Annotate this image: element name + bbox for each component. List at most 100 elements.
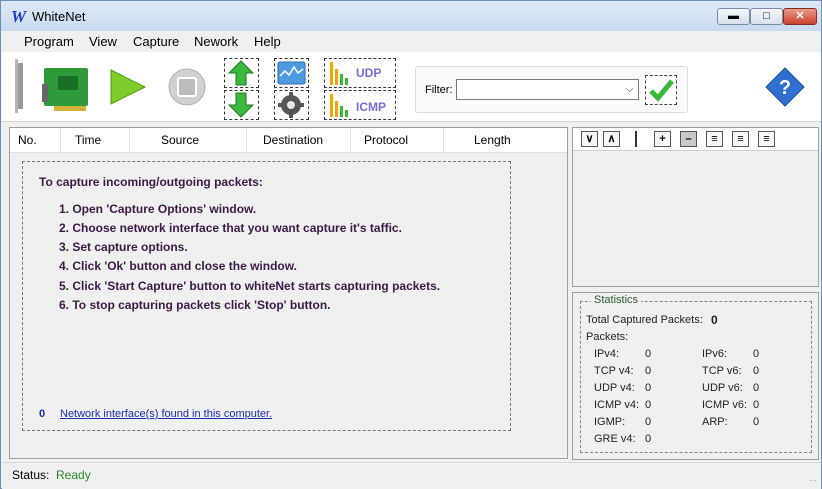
interface-count: 0: [39, 408, 46, 420]
statistics-panel: Statistics Total Captured Packets: 0 Pac…: [572, 292, 819, 460]
instructions-title: To capture incoming/outgoing packets:: [39, 175, 263, 189]
chevrons-up-icon: ∧: [607, 133, 616, 145]
resize-grip-icon[interactable]: ⋯: [809, 476, 817, 485]
stat-tcpv6-value: 0: [753, 365, 760, 377]
expand-all-button[interactable]: ∧: [603, 131, 620, 147]
stat-igmp-label: IGMP:: [594, 416, 626, 428]
column-source[interactable]: Source: [130, 128, 247, 152]
packets-label: Packets:: [586, 331, 629, 343]
stop-capture-button[interactable]: [167, 68, 207, 106]
stat-igmp-value: 0: [645, 416, 652, 428]
apply-filter-button[interactable]: [645, 75, 677, 105]
menu-capture[interactable]: Capture: [133, 34, 179, 49]
minimize-button[interactable]: ▬: [717, 8, 750, 25]
settings-button[interactable]: [274, 90, 309, 120]
status-label: Status:: [12, 468, 50, 482]
instruction-step: 1. Open 'Capture Options' window.: [59, 202, 257, 216]
stat-arp-value: 0: [753, 416, 760, 428]
gear-icon: [278, 92, 304, 118]
icmp-filter-button[interactable]: ICMP: [324, 90, 396, 120]
stat-ipv6-label: IPv6:: [702, 348, 728, 360]
udp-filter-button[interactable]: UDP: [324, 58, 396, 88]
total-captured-label: Total Captured Packets:: [586, 314, 703, 326]
maximize-button[interactable]: □: [750, 8, 783, 25]
statistics-title: Statistics: [591, 294, 642, 306]
stat-tcpv6-label: TCP v6:: [702, 365, 742, 377]
align-left-icon: ≡: [711, 133, 718, 145]
zoom-in-button[interactable]: +: [654, 131, 671, 147]
maximize-icon: □: [763, 10, 770, 22]
menu-program[interactable]: Program: [24, 34, 74, 49]
udp-label: UDP: [356, 66, 382, 80]
stat-ipv4-value: 0: [645, 348, 652, 360]
instructions-box: To capture incoming/outgoing packets: 1.…: [22, 161, 511, 431]
menu-view[interactable]: View: [89, 34, 117, 49]
menu-bar: Program View Capture Nework Help: [2, 31, 821, 52]
stat-grev4-label: GRE v4:: [594, 433, 636, 445]
instruction-step: 5. Click 'Start Capture' button to white…: [59, 279, 441, 293]
packet-grid-header: No. Time Source Destination Protocol Len…: [10, 128, 567, 153]
capture-options-button[interactable]: [14, 56, 92, 116]
chevron-down-icon[interactable]: ⌵: [621, 80, 638, 99]
close-button[interactable]: ✕: [783, 8, 817, 25]
stat-ipv4-label: IPv4:: [594, 348, 620, 360]
stat-icmpv6-label: ICMP v6:: [702, 399, 748, 411]
toolbar-separator: [635, 131, 637, 147]
instruction-step: 3. Set capture options.: [59, 240, 188, 254]
help-icon: ?: [765, 67, 805, 107]
sort-up-button[interactable]: [224, 58, 259, 88]
menu-help[interactable]: Help: [254, 34, 281, 49]
start-capture-button[interactable]: [107, 68, 147, 106]
collapse-all-button[interactable]: ∨: [581, 131, 598, 147]
arrow-down-icon: [227, 92, 255, 118]
sort-down-button[interactable]: [224, 90, 259, 120]
column-time[interactable]: Time: [61, 128, 130, 152]
stat-tcpv4-label: TCP v4:: [594, 365, 634, 377]
graph-button[interactable]: [274, 58, 309, 88]
instruction-step: 2. Choose network interface that you wan…: [59, 221, 402, 235]
stat-arp-label: ARP:: [702, 416, 728, 428]
checkmark-icon: [647, 77, 675, 103]
align-left-button[interactable]: ≡: [706, 131, 723, 147]
network-card-icon: [15, 59, 88, 113]
play-icon: [110, 69, 147, 105]
toolbar: UDP ICMP Filter: ⌵ ?: [2, 52, 821, 122]
stat-grev4-value: 0: [645, 433, 652, 445]
column-destination[interactable]: Destination: [247, 128, 351, 152]
column-protocol[interactable]: Protocol: [351, 128, 444, 152]
align-center-button[interactable]: ≡: [732, 131, 749, 147]
packet-panel: No. Time Source Destination Protocol Len…: [9, 127, 568, 459]
svg-text:?: ?: [779, 77, 791, 99]
total-captured-value: 0: [711, 313, 718, 327]
minimize-icon: ▬: [728, 10, 739, 22]
icmp-label: ICMP: [356, 100, 386, 114]
chevrons-down-icon: ∨: [585, 133, 594, 145]
filter-group: Filter: ⌵: [415, 66, 688, 113]
filter-input[interactable]: [456, 79, 639, 100]
graph-icon: [277, 61, 306, 85]
stat-udpv6-label: UDP v6:: [702, 382, 743, 394]
menu-nework[interactable]: Nework: [194, 34, 238, 49]
close-icon: ✕: [795, 10, 805, 22]
plus-icon: +: [659, 133, 666, 145]
stat-udpv6-value: 0: [753, 382, 760, 394]
arrow-up-icon: [227, 60, 255, 86]
help-button[interactable]: ?: [764, 66, 806, 108]
stat-tcpv4-value: 0: [645, 365, 652, 377]
detail-toolbar: ∨ ∧ + – ≡ ≡ ≡: [573, 128, 818, 151]
zoom-out-button[interactable]: –: [680, 131, 697, 147]
status-bar: Status: Ready ⋯: [2, 462, 821, 489]
column-no[interactable]: No.: [10, 128, 61, 152]
title-bar[interactable]: W WhiteNet ▬ □ ✕: [1, 1, 821, 31]
column-length[interactable]: Length: [444, 128, 567, 152]
stat-udpv4-value: 0: [645, 382, 652, 394]
statistics-group: Statistics Total Captured Packets: 0 Pac…: [580, 294, 812, 453]
instruction-step: 6. To stop capturing packets click 'Stop…: [59, 298, 331, 312]
window-title: WhiteNet: [32, 9, 86, 24]
align-right-button[interactable]: ≡: [758, 131, 775, 147]
interface-link[interactable]: Network interface(s) found in this compu…: [60, 408, 272, 420]
icmp-chart-icon: [330, 94, 348, 117]
minus-icon: –: [685, 133, 692, 145]
packet-detail-panel: ∨ ∧ + – ≡ ≡ ≡: [572, 127, 819, 287]
main-window: W WhiteNet ▬ □ ✕ Program View Capture Ne…: [0, 0, 822, 489]
